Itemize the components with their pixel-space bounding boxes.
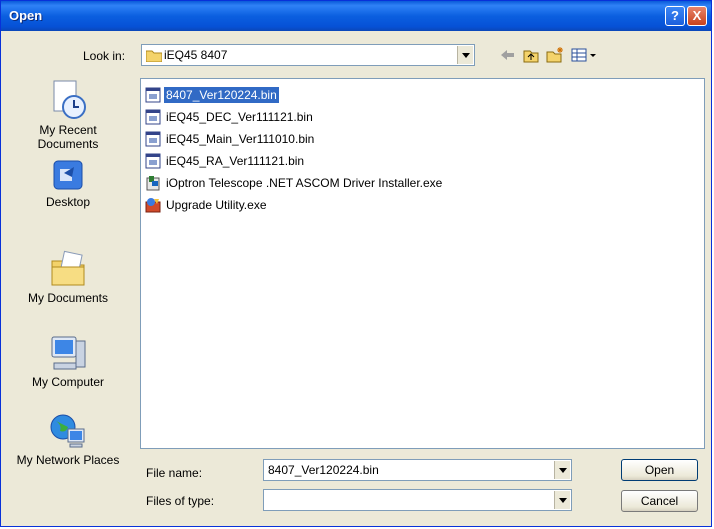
window-title: Open xyxy=(9,8,43,23)
back-arrow-icon[interactable] xyxy=(497,44,517,66)
my-computer-icon xyxy=(51,336,86,370)
look-in-label: Look in: xyxy=(83,49,126,63)
my-documents-icon xyxy=(51,250,85,286)
place-label: Desktop xyxy=(45,195,91,209)
installer-icon xyxy=(146,176,160,191)
title-bar[interactable]: Open ? X xyxy=(1,1,711,31)
file-name: iEQ45_Main_Ver111010.bin xyxy=(166,132,315,146)
place-label: My Computer xyxy=(31,375,105,389)
file-name: iEQ45_RA_Ver111121.bin xyxy=(166,154,305,168)
place-network-places[interactable]: My Network Places xyxy=(9,411,127,467)
cancel-button[interactable]: Cancel xyxy=(621,490,698,512)
files-of-type-label: Files of type: xyxy=(146,494,215,508)
close-button[interactable]: X xyxy=(687,6,707,26)
look-in-dropdown[interactable]: iEQ45 8407 xyxy=(141,44,475,66)
file-item[interactable]: iEQ45_DEC_Ver111121.bin xyxy=(145,107,315,127)
place-my-computer[interactable]: My Computer xyxy=(9,333,127,389)
place-label: My Documents xyxy=(27,291,109,305)
network-places-icon xyxy=(50,414,85,448)
bin-file-icon xyxy=(145,87,161,103)
place-my-documents[interactable]: My Documents xyxy=(9,249,127,305)
place-desktop[interactable]: Desktop xyxy=(9,159,127,209)
open-button[interactable]: Open xyxy=(621,459,698,481)
places-bar: My Recent Documents Desktop My Documents xyxy=(1,71,131,501)
file-list[interactable]: 8407_Ver120224.bin iEQ45_DEC_Ver111121.b… xyxy=(140,78,705,449)
file-name: 8407_Ver120224.bin xyxy=(164,87,279,103)
new-folder-icon[interactable] xyxy=(545,44,565,66)
file-name-value: 8407_Ver120224.bin xyxy=(268,463,379,477)
file-name-label: File name: xyxy=(146,466,203,480)
file-item[interactable]: iEQ45_RA_Ver111121.bin xyxy=(145,151,306,171)
file-name-dropdown-arrow[interactable] xyxy=(554,461,570,479)
desktop-icon xyxy=(53,160,83,190)
help-button[interactable]: ? xyxy=(665,6,685,26)
exe-icon xyxy=(145,198,161,213)
file-name: iEQ45_DEC_Ver111121.bin xyxy=(166,110,313,124)
bin-file-icon xyxy=(145,153,161,169)
file-name: Upgrade Utility.exe xyxy=(166,198,267,212)
bin-file-icon xyxy=(145,109,161,125)
files-of-type-dropdown[interactable] xyxy=(263,489,572,511)
file-item[interactable]: iOptron Telescope .NET ASCOM Driver Inst… xyxy=(145,173,444,193)
place-label: My Recent Documents xyxy=(37,123,99,151)
place-label: My Network Places xyxy=(16,453,120,467)
file-name: iOptron Telescope .NET ASCOM Driver Inst… xyxy=(166,176,443,190)
folder-icon xyxy=(146,50,162,62)
place-recent-documents[interactable]: My Recent Documents xyxy=(9,79,127,151)
views-menu-icon[interactable] xyxy=(569,44,599,66)
recent-documents-icon xyxy=(53,80,86,119)
file-name-input[interactable]: 8407_Ver120224.bin xyxy=(263,459,572,481)
bin-file-icon xyxy=(145,131,161,147)
up-folder-icon[interactable] xyxy=(521,44,541,66)
open-dialog: Open ? X Look in: iEQ45 8407 My Recent D… xyxy=(0,0,712,527)
look-in-value: iEQ45 8407 xyxy=(164,48,228,62)
file-item[interactable]: 8407_Ver120224.bin xyxy=(145,85,279,105)
look-in-dropdown-arrow[interactable] xyxy=(457,46,473,64)
file-item[interactable]: iEQ45_Main_Ver111010.bin xyxy=(145,129,316,149)
file-item[interactable]: Upgrade Utility.exe xyxy=(145,195,269,215)
files-of-type-dropdown-arrow[interactable] xyxy=(554,491,570,509)
